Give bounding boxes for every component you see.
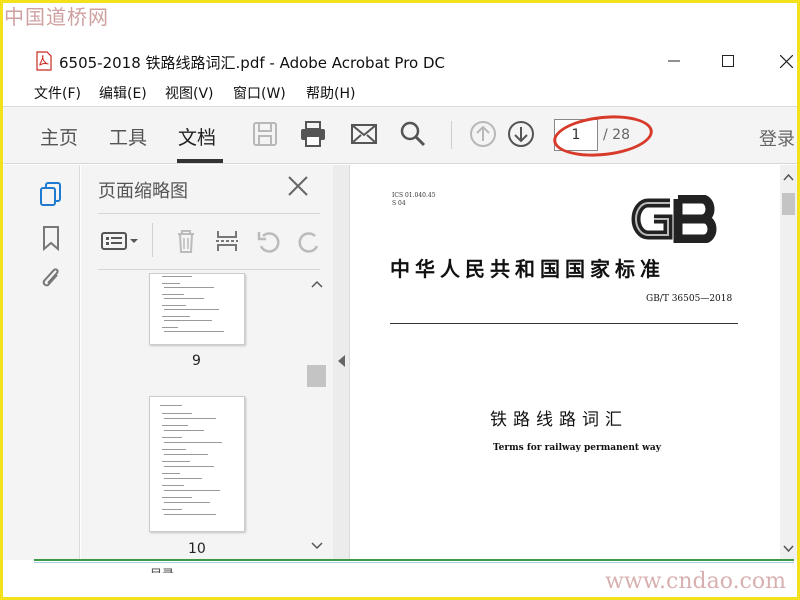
options-menu-icon[interactable] bbox=[100, 227, 140, 255]
rotate-cw-icon[interactable] bbox=[295, 227, 323, 255]
document-scrollbar[interactable] bbox=[780, 165, 797, 560]
thumbnail-list: 9 10 bbox=[98, 273, 320, 560]
menu-view[interactable]: 视图(V) bbox=[165, 83, 214, 103]
page-down-icon[interactable] bbox=[506, 119, 536, 149]
menu-edit[interactable]: 编辑(E) bbox=[99, 83, 147, 103]
print-icon[interactable] bbox=[298, 119, 328, 149]
panel-divider bbox=[98, 269, 320, 270]
email-icon[interactable] bbox=[349, 119, 379, 149]
thumbnails-panel: 页面缩略图 9 10 bbox=[81, 165, 333, 560]
tab-home[interactable]: 主页 bbox=[40, 123, 78, 150]
close-button[interactable] bbox=[763, 44, 800, 78]
close-panel-icon[interactable] bbox=[287, 175, 309, 197]
page-thumbnail-9[interactable] bbox=[149, 273, 245, 345]
page-up-icon[interactable] bbox=[468, 119, 498, 149]
extract-icon[interactable] bbox=[213, 227, 241, 255]
search-icon[interactable] bbox=[398, 119, 428, 149]
rotate-ccw-icon[interactable] bbox=[255, 227, 283, 255]
watermark-bottom: www.cndao.com bbox=[605, 569, 786, 594]
gb-logo bbox=[631, 195, 717, 243]
doc-scroll-down-icon[interactable] bbox=[783, 545, 794, 553]
panel-divider bbox=[98, 213, 320, 214]
collapse-arrow-icon[interactable] bbox=[338, 355, 346, 367]
pdf-file-icon bbox=[36, 51, 52, 71]
thumbnail-scrollbar[interactable] bbox=[306, 272, 328, 558]
panel-collapse-strip[interactable] bbox=[333, 165, 350, 560]
login-button[interactable]: 登录 bbox=[759, 125, 795, 151]
thumbnail-label: 10 bbox=[188, 541, 206, 557]
doc-scroll-thumb[interactable] bbox=[782, 193, 795, 215]
menu-help[interactable]: 帮助(H) bbox=[306, 83, 355, 103]
active-tab-indicator bbox=[177, 159, 223, 163]
page-thumbnail-10[interactable] bbox=[149, 396, 245, 532]
title-rule bbox=[390, 323, 738, 324]
document-page: ICS 01.040.45 S 04 中华人民共和国国家标准 GB/T 3650… bbox=[350, 165, 780, 560]
bookmark-icon[interactable] bbox=[39, 225, 63, 251]
scroll-thumb[interactable] bbox=[307, 365, 326, 387]
main-toolbar: 主页 工具 文档 1 / 28 登录 bbox=[3, 106, 797, 164]
bottom-border-line bbox=[34, 559, 794, 561]
national-standard-heading: 中华人民共和国国家标准 bbox=[390, 257, 665, 281]
doc-scroll-up-icon[interactable] bbox=[783, 173, 794, 181]
watermark-top: 中国道桥网 bbox=[4, 5, 109, 29]
attachment-icon[interactable] bbox=[39, 267, 63, 293]
tab-document[interactable]: 文档 bbox=[178, 123, 216, 150]
next-thumbnail-label: 目录 bbox=[150, 565, 174, 573]
document-title-en: Terms for railway permanent way bbox=[493, 443, 661, 453]
scroll-up-icon[interactable] bbox=[311, 280, 323, 288]
maximize-button[interactable] bbox=[705, 44, 751, 78]
document-title-cn: 铁路线路词汇 bbox=[490, 410, 628, 430]
menu-file[interactable]: 文件(F) bbox=[34, 83, 81, 103]
menu-window[interactable]: 窗口(W) bbox=[233, 83, 286, 103]
maximize-icon bbox=[722, 55, 734, 67]
toolbar-separator bbox=[451, 121, 452, 149]
navigation-rail bbox=[3, 165, 80, 560]
window-title: 6505-2018 铁路线路词汇.pdf - Adobe Acrobat Pro… bbox=[59, 54, 445, 72]
scroll-down-icon[interactable] bbox=[311, 542, 323, 550]
delete-icon[interactable] bbox=[172, 227, 200, 255]
document-view[interactable]: ICS 01.040.45 S 04 中华人民共和国国家标准 GB/T 3650… bbox=[350, 165, 797, 560]
panel-tool-separator bbox=[152, 223, 153, 257]
bottom-border-line bbox=[34, 562, 794, 563]
save-icon[interactable] bbox=[250, 119, 280, 149]
thumbnail-label: 9 bbox=[192, 353, 201, 369]
ics-code: ICS 01.040.45 S 04 bbox=[392, 192, 436, 207]
minimize-icon bbox=[668, 60, 680, 62]
panel-title: 页面缩略图 bbox=[98, 181, 188, 202]
page-thumbnails-icon[interactable] bbox=[39, 181, 63, 207]
tab-tools[interactable]: 工具 bbox=[109, 123, 147, 150]
close-icon bbox=[779, 54, 793, 68]
menu-bar: 文件(F) 编辑(E) 视图(V) 窗口(W) 帮助(H) bbox=[3, 80, 797, 104]
minimize-button[interactable] bbox=[651, 44, 697, 78]
standard-code: GB/T 36505—2018 bbox=[646, 294, 733, 304]
title-bar: 6505-2018 铁路线路词汇.pdf - Adobe Acrobat Pro… bbox=[3, 44, 797, 78]
